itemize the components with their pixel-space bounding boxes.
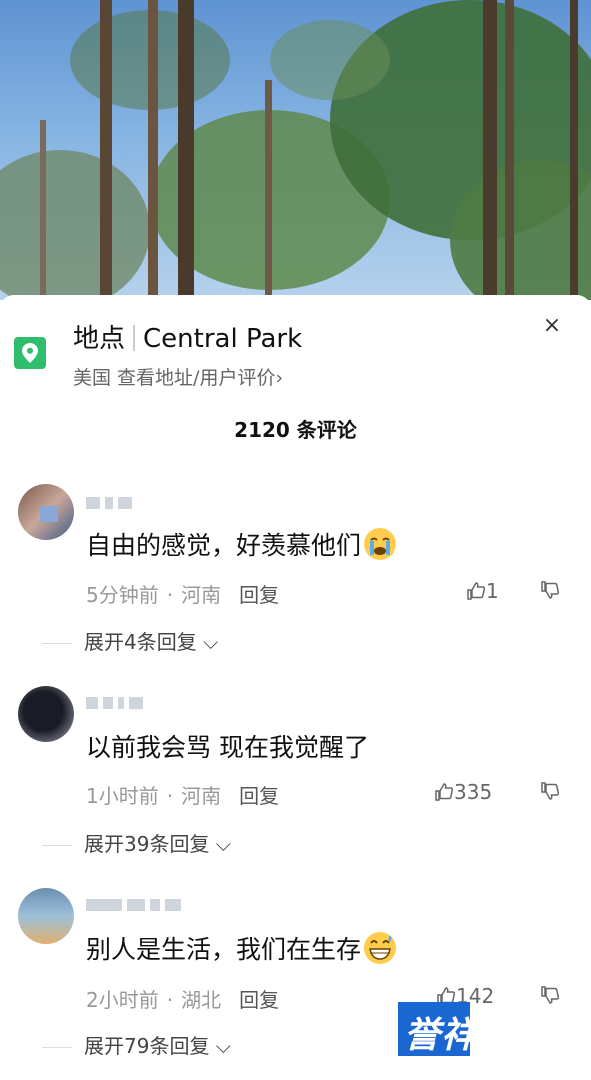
reply-button[interactable]: 回复 [239, 583, 279, 607]
comment-text: 以前我会骂 现在我觉醒了 [86, 733, 369, 762]
expand-replies-button[interactable]: 展开39条回复 ⌵ [42, 828, 231, 857]
comment-meta: 2小时前 · 湖北 回复 [86, 984, 279, 1013]
location-label: 地点 [73, 324, 126, 354]
location-name: Central Park [143, 324, 303, 354]
username-redacted [86, 694, 148, 709]
reply-button[interactable]: 回复 [239, 988, 279, 1012]
thumbs-down-icon [541, 782, 560, 800]
location-photo [0, 0, 591, 300]
close-icon[interactable]: × [538, 312, 566, 340]
like-button[interactable]: 335 [434, 780, 492, 804]
title-divider [133, 325, 136, 351]
reply-button[interactable]: 回复 [239, 784, 279, 808]
expand-replies-button[interactable]: 展开4条回复 ⌵ [42, 626, 218, 655]
dislike-button[interactable] [540, 781, 560, 802]
watermark-logo: 誉祥祥知识 [398, 1000, 588, 1058]
grinning-sweat-face-icon [363, 931, 397, 965]
avatar[interactable] [18, 686, 74, 742]
comment-meta: 1小时前 · 河南 回复 [86, 780, 279, 809]
comment-region: 河南 [181, 583, 222, 607]
thumbs-up-icon [435, 783, 454, 801]
divider-line [42, 1047, 72, 1048]
like-count: 335 [454, 780, 493, 804]
location-title[interactable]: 地点 Central Park [73, 318, 302, 355]
thumbs-down-icon [541, 581, 560, 599]
comment-time: 1小时前 [86, 784, 159, 808]
meta-dot: · [166, 988, 174, 1012]
divider-line [42, 845, 72, 846]
comment-meta: 5分钟前 · 河南 回复 [86, 579, 279, 608]
like-count: 1 [486, 579, 499, 603]
username-redacted [86, 896, 186, 911]
avatar[interactable] [18, 484, 74, 540]
divider-line [42, 643, 72, 644]
like-button[interactable]: 1 [466, 579, 499, 603]
comment-region: 河南 [181, 784, 222, 808]
comment-time: 2小时前 [86, 988, 159, 1012]
comment-text: 别人是生活，我们在生存 [86, 930, 397, 966]
username-redacted [86, 494, 137, 509]
location-pin-icon [14, 337, 46, 369]
comment-region: 湖北 [181, 988, 222, 1012]
expand-replies-button[interactable]: 展开79条回复 ⌵ [42, 1030, 231, 1059]
dislike-button[interactable] [540, 580, 560, 601]
meta-dot: · [166, 784, 174, 808]
comment-time: 5分钟前 [86, 583, 159, 607]
meta-dot: · [166, 583, 174, 607]
watermark-text: 誉祥祥知识 [404, 1015, 590, 1056]
comment-count: 2120 条评论 [234, 418, 357, 442]
location-subtitle-link[interactable]: 美国 查看地址/用户评价› [73, 363, 283, 390]
comment-text: 自由的感觉，好羡慕他们 [86, 526, 397, 562]
crying-face-icon [363, 527, 397, 561]
avatar[interactable] [18, 888, 74, 944]
thumbs-up-icon [467, 582, 486, 600]
